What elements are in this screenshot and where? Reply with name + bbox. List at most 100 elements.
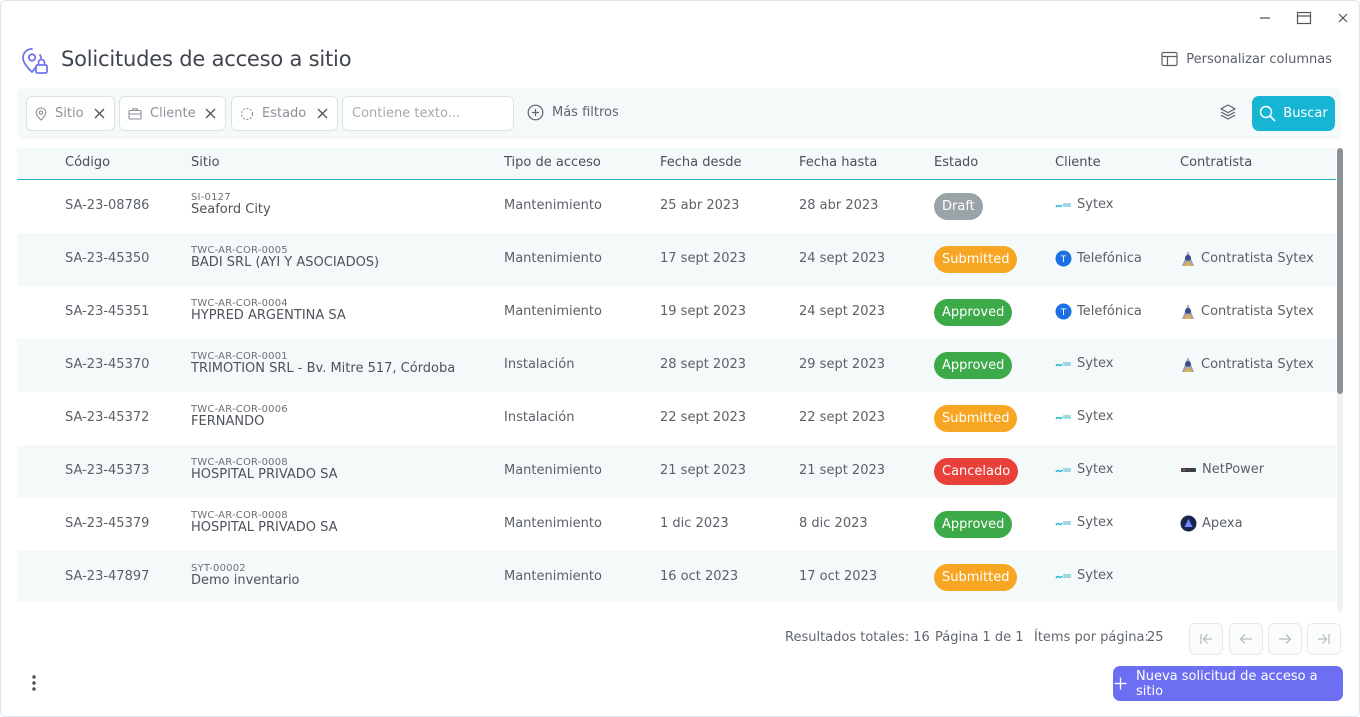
page-title: Solicitudes de acceso a sitio [61,47,352,71]
contractor-cell: NetPower [1180,462,1264,477]
client-name: Sytex [1077,568,1114,583]
first-page-button[interactable] [1189,623,1223,655]
column-header-contratista[interactable]: Contratista [1180,155,1252,170]
contractor-cell: Contratista Sytex [1180,356,1314,373]
date-to: 28 abr 2023 [799,198,879,213]
table-row[interactable]: SA-23-45351 TWC-AR-COR-0004 HYPRED ARGENTI… [17,286,1336,339]
request-code: SA-23-45372 [65,410,150,425]
column-header-hasta[interactable]: Fecha hasta [799,155,877,170]
column-header-cliente[interactable]: Cliente [1055,155,1101,170]
minimize-button[interactable] [1254,7,1276,29]
sytex-logo-icon [1055,570,1072,582]
text-filter-input[interactable] [342,96,514,131]
table-row[interactable]: SA-23-45372 TWC-AR-COR-0006 FERNANDO Instal… [17,392,1336,445]
column-header-desde[interactable]: Fecha desde [660,155,742,170]
contractor-cell: Contratista Sytex [1180,250,1314,267]
client-cell: Sytex [1055,197,1114,212]
new-request-button[interactable]: Nueva solicitud de acceso a sitio [1113,666,1343,701]
table-row[interactable]: SA-23-08786 SI-0127 Seaford City Mantenimie… [17,180,1336,233]
filter-chip-cliente[interactable]: Cliente [119,96,226,131]
items-per-page-label: Ítems por página: [1034,630,1149,645]
status-badge: Approved [934,352,1013,379]
date-from: 21 sept 2023 [660,463,747,478]
svg-text:T: T [1060,255,1067,265]
telefonica-logo-icon: T [1055,303,1072,320]
client-name: Sytex [1077,197,1114,212]
status-badge: Draft [934,193,983,220]
last-page-button[interactable] [1307,623,1341,655]
contratista-logo-icon [1180,250,1196,267]
access-type: Mantenimiento [504,198,602,213]
column-header-codigo[interactable]: Código [65,155,110,170]
client-name: Sytex [1077,409,1114,424]
site-name: FERNANDO [191,414,265,429]
client-name: Sytex [1077,515,1114,530]
arrow-right-icon [1277,632,1293,646]
client-cell: T Telefónica [1055,250,1142,267]
date-from: 22 sept 2023 [660,410,747,425]
date-to: 24 sept 2023 [799,251,886,266]
request-code: SA-23-45373 [65,463,150,478]
customize-columns-button[interactable]: Personalizar columnas [1161,51,1332,67]
date-to: 17 oct 2023 [799,569,878,584]
arrow-left-icon [1238,632,1254,646]
sytex-logo-icon [1055,517,1072,529]
access-type: Mantenimiento [504,569,602,584]
clear-filter-icon[interactable] [316,107,329,120]
table-row[interactable]: SA-23-45350 TWC-AR-COR-0005 BADI SRL (AYI … [17,233,1336,286]
items-per-page-select[interactable]: 25 [1147,630,1164,645]
client-cell: Sytex [1055,409,1114,424]
maximize-button[interactable] [1293,7,1315,29]
layers-icon[interactable] [1219,103,1237,125]
site-name: TRIMOTION SRL - Bv. Mitre 517, Córdoba [191,361,456,376]
column-header-sitio[interactable]: Sitio [191,155,220,170]
access-type: Mantenimiento [504,251,602,266]
filter-chip-sitio[interactable]: Sitio [26,96,115,131]
first-page-icon [1198,632,1214,646]
clear-filter-icon[interactable] [93,107,106,120]
scrollbar-thumb[interactable] [1337,148,1343,394]
client-name: Sytex [1077,462,1114,477]
last-page-icon [1316,632,1332,646]
column-header-estado[interactable]: Estado [934,155,978,170]
sytex-logo-icon [1055,411,1072,423]
previous-page-button[interactable] [1229,623,1263,655]
table-row[interactable]: SA-23-45379 TWC-AR-COR-0008 HOSPITAL PRIVA… [17,498,1336,551]
table-row[interactable]: SA-23-47897 SYT-00002 Demo inventario Mante… [17,551,1336,602]
search-button-label: Buscar [1283,106,1328,121]
status-badge: Submitted [934,405,1018,432]
columns-icon [1161,51,1178,67]
customize-columns-label: Personalizar columnas [1186,51,1332,67]
table-row[interactable]: SA-23-45373 TWC-AR-COR-0008 HOSPITAL PRIVA… [17,445,1336,498]
contractor-cell: Contratista Sytex [1180,303,1314,320]
table-row[interactable]: SA-23-45370 TWC-AR-COR-0001 TRIMOTION SRL … [17,339,1336,392]
search-button[interactable]: Buscar [1252,96,1335,131]
dashed-circle-icon [240,107,254,121]
sytex-logo-icon [1055,358,1072,370]
more-filters-button[interactable]: Más filtros [527,104,619,121]
request-code: SA-23-47897 [65,569,150,584]
date-to: 29 sept 2023 [799,357,886,372]
date-from: 25 abr 2023 [660,198,740,213]
status-badge: Cancelado [934,458,1019,485]
client-cell: Sytex [1055,568,1114,583]
briefcase-icon [128,107,142,120]
telefonica-logo-icon: T [1055,250,1072,267]
close-window-button[interactable] [1332,7,1354,29]
location-lock-icon [20,46,50,80]
column-header-tipo[interactable]: Tipo de acceso [504,155,601,170]
filter-chip-label: Sitio [55,106,84,121]
client-cell: Sytex [1055,462,1114,477]
client-name: Telefónica [1077,304,1142,319]
filter-bar: Sitio Cliente Estado Contiene texto... M… [17,88,1341,139]
site-name: BADI SRL (AYI Y ASOCIADOS) [191,255,380,270]
more-options-icon[interactable] [27,673,41,697]
contractor-name: Contratista Sytex [1201,251,1314,266]
next-page-button[interactable] [1268,623,1302,655]
contractor-name: NetPower [1202,462,1265,477]
clear-filter-icon[interactable] [204,107,217,120]
filter-chip-estado[interactable]: Estado [231,96,338,131]
request-code: SA-23-08786 [65,198,150,213]
requests-table: Código Sitio Tipo de acceso Fecha desde … [17,148,1336,602]
contratista-logo-icon [1180,356,1196,373]
